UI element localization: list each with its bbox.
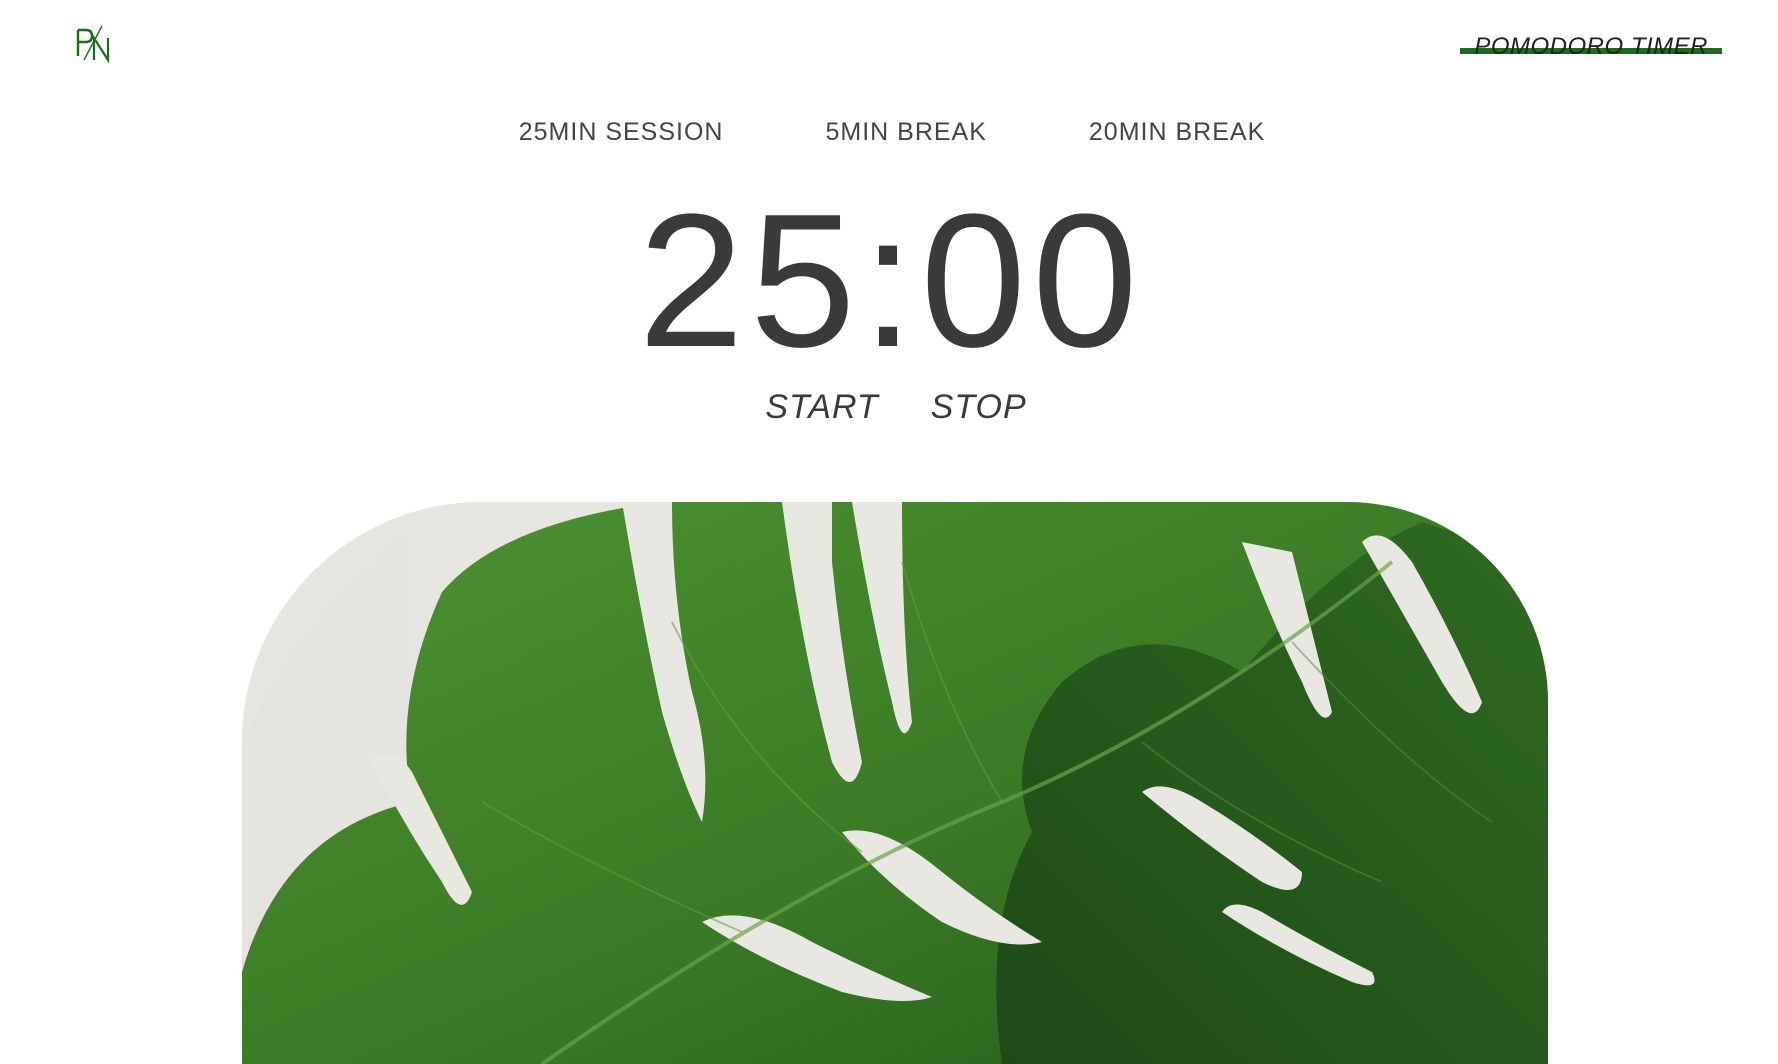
timer-controls: START STOP	[0, 388, 1778, 427]
tab-5min-break[interactable]: 5MIN BREAK	[825, 118, 986, 147]
monstera-leaf-image	[242, 502, 1548, 1064]
pomodoro-page: POMODORO TIMER 25MIN SESSION 5MIN BREAK …	[0, 0, 1778, 1064]
brand-title-text: POMODORO TIMER	[1474, 33, 1708, 60]
tab-25min-session[interactable]: 25MIN SESSION	[519, 118, 724, 147]
brand-title[interactable]: POMODORO TIMER	[1460, 30, 1722, 64]
stop-button[interactable]: STOP	[931, 388, 1027, 427]
start-button[interactable]: START	[765, 388, 878, 427]
session-tabs: 25MIN SESSION 5MIN BREAK 20MIN BREAK	[0, 118, 1778, 147]
pn-logo-icon[interactable]	[74, 22, 118, 66]
tab-20min-break[interactable]: 20MIN BREAK	[1089, 118, 1265, 147]
timer-display: 25:00	[638, 175, 1144, 387]
